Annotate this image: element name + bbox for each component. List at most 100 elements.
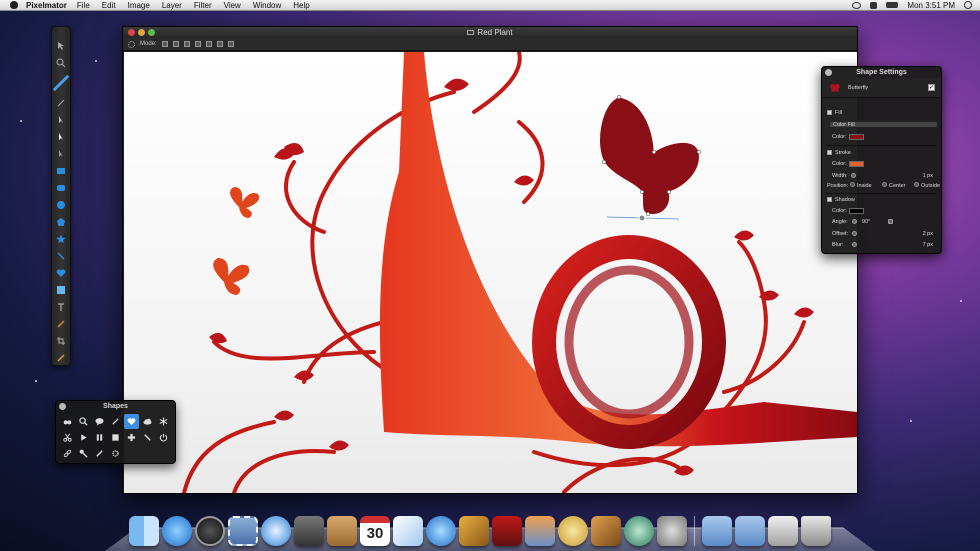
close-icon[interactable]	[59, 403, 66, 410]
mode-subtract-button[interactable]	[183, 41, 190, 47]
stroke-position-inside[interactable]: Inside	[850, 182, 872, 189]
title-bar[interactable]: Red Plant	[123, 27, 857, 38]
garageband-icon[interactable]	[591, 516, 621, 546]
stroke-checkbox[interactable]	[827, 150, 832, 155]
pencil-icon[interactable]	[140, 430, 155, 445]
time-machine-icon[interactable]	[624, 516, 654, 546]
stroke-width-dial[interactable]	[851, 173, 856, 178]
stroke-position-outside[interactable]: Outside	[914, 182, 940, 189]
text-icon[interactable]	[55, 301, 67, 313]
gear-icon[interactable]	[128, 40, 135, 48]
apple-icon[interactable]	[10, 1, 18, 9]
preview-icon[interactable]	[393, 516, 423, 546]
shadow-blur-value[interactable]: 7 px	[923, 242, 933, 248]
mode-combine-button[interactable]	[216, 41, 223, 47]
shapes-palette-header[interactable]: Shapes	[56, 401, 175, 412]
crop-icon[interactable]	[55, 335, 67, 347]
close-icon[interactable]	[825, 69, 832, 76]
paint-bucket-icon[interactable]	[55, 318, 67, 330]
heart-icon[interactable]	[55, 267, 67, 279]
gradient-icon[interactable]	[55, 284, 67, 296]
stroke-width-value[interactable]: 1 px	[923, 173, 933, 179]
menu-filter[interactable]: Filter	[194, 1, 212, 10]
shadow-checkbox[interactable]	[827, 197, 832, 202]
plus-icon[interactable]	[124, 430, 139, 445]
system-preferences-icon[interactable]	[657, 516, 687, 546]
applications-folder-icon[interactable]	[702, 516, 732, 546]
shape-enabled-checkbox[interactable]: ✓	[928, 84, 935, 91]
app-store-icon[interactable]	[162, 516, 192, 546]
move-icon[interactable]	[55, 40, 67, 52]
rounded-rectangle-icon[interactable]	[55, 182, 67, 194]
menu-window[interactable]: Window	[253, 1, 281, 10]
rectangle-icon[interactable]	[55, 165, 67, 177]
stop-icon[interactable]	[108, 430, 123, 445]
iphoto-icon[interactable]	[525, 516, 555, 546]
binoculars-icon[interactable]	[60, 414, 75, 429]
pixelmator-icon[interactable]	[459, 516, 489, 546]
polygon-icon[interactable]	[55, 216, 67, 228]
ellipse-icon[interactable]	[55, 199, 67, 211]
spotlight-icon[interactable]	[964, 1, 972, 9]
stroke-color-well[interactable]	[849, 160, 864, 167]
imovie-icon[interactable]	[558, 516, 588, 546]
menu-help[interactable]: Help	[293, 1, 309, 10]
arrow-icon[interactable]	[55, 131, 67, 143]
pause-icon[interactable]	[92, 430, 107, 445]
shadow-angle-value[interactable]: 90°	[862, 219, 870, 225]
itunes-icon[interactable]	[426, 516, 456, 546]
play-icon[interactable]	[76, 430, 91, 445]
documents-folder-icon[interactable]	[735, 516, 765, 546]
gear-icon[interactable]	[108, 446, 123, 461]
mode-add-button[interactable]	[172, 41, 179, 47]
shape-selector[interactable]: Butterfly ✓	[822, 78, 941, 98]
finder-icon[interactable]	[129, 516, 159, 546]
wifi-icon[interactable]	[852, 1, 862, 9]
shadow-offset-value[interactable]: 2 px	[923, 231, 933, 237]
downloads-stack-icon[interactable]	[768, 516, 798, 546]
pen-icon[interactable]	[55, 97, 67, 109]
heart-icon[interactable]	[124, 414, 139, 429]
zoom-icon[interactable]	[55, 57, 67, 69]
eyedropper-icon[interactable]	[55, 352, 67, 364]
line-icon[interactable]	[55, 250, 67, 262]
mode-other-button[interactable]	[227, 41, 234, 47]
fill-color-well[interactable]	[849, 133, 864, 140]
menu-edit[interactable]: Edit	[102, 1, 116, 10]
shadow-angle-dial[interactable]	[852, 219, 857, 224]
pointer-icon[interactable]	[55, 148, 67, 160]
safari-icon[interactable]	[261, 516, 291, 546]
brush-icon[interactable]	[52, 74, 70, 92]
menu-image[interactable]: Image	[128, 1, 150, 10]
photo-booth-icon[interactable]	[492, 516, 522, 546]
mode-intersect-button[interactable]	[194, 41, 201, 47]
fill-type-select[interactable]: Color Fill	[829, 121, 938, 128]
battery-icon[interactable]	[886, 2, 899, 8]
clock[interactable]: Mon 3:51 PM	[907, 1, 955, 10]
pin-icon[interactable]	[108, 414, 123, 429]
selection-arrow-icon[interactable]	[55, 114, 67, 126]
shadow-angle-stepper[interactable]	[888, 219, 893, 224]
ical-icon[interactable]: 30	[360, 516, 390, 546]
mail-stamp-icon[interactable]	[228, 516, 258, 546]
address-book-icon[interactable]	[327, 516, 357, 546]
star-icon[interactable]	[55, 233, 67, 245]
power-icon[interactable]	[156, 430, 171, 445]
facetime-icon[interactable]	[294, 516, 324, 546]
speech-bubble-icon[interactable]	[92, 414, 107, 429]
check-icon[interactable]	[92, 446, 107, 461]
shadow-offset-dial[interactable]	[852, 231, 857, 236]
stroke-position-center[interactable]: Center	[882, 182, 906, 189]
menu-view[interactable]: View	[224, 1, 241, 10]
menu-layer[interactable]: Layer	[162, 1, 182, 10]
cloud-icon[interactable]	[140, 414, 155, 429]
trash-icon[interactable]	[801, 516, 831, 546]
magnifier-icon[interactable]	[76, 414, 91, 429]
brush-icon[interactable]	[76, 446, 91, 461]
link-icon[interactable]	[60, 446, 75, 461]
fill-checkbox[interactable]	[827, 110, 832, 115]
dashboard-icon[interactable]	[195, 516, 225, 546]
shape-settings-header[interactable]: Shape Settings	[822, 67, 941, 78]
shadow-blur-dial[interactable]	[852, 242, 857, 247]
shadow-color-well[interactable]	[849, 207, 864, 214]
